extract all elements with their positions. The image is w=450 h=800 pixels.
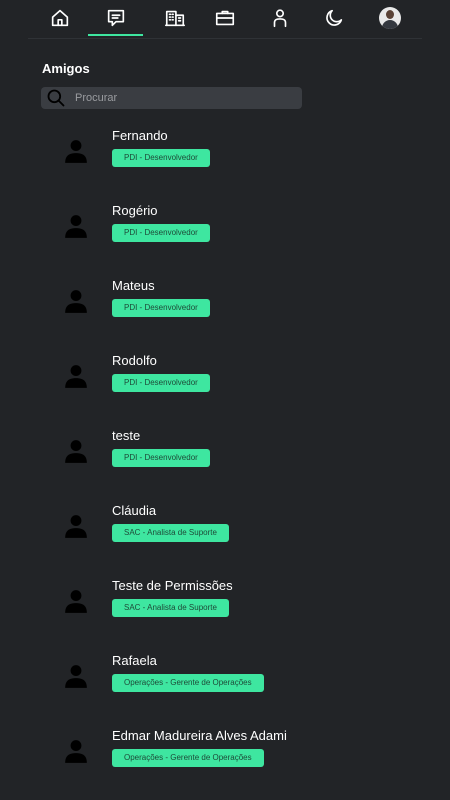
jobs-button[interactable] <box>211 4 239 32</box>
avatar-head <box>386 10 394 19</box>
avatar-shoulders <box>382 20 398 29</box>
top-navigation <box>0 0 450 40</box>
role-badge: PDI - Desenvolvedor <box>112 149 210 167</box>
friend-item[interactable]: Rogério PDI - Desenvolvedor <box>0 195 450 270</box>
friend-item[interactable]: teste PDI - Desenvolvedor <box>0 420 450 495</box>
role-badge: SAC - Analista de Suporte <box>112 599 229 617</box>
friend-item[interactable]: Mateus PDI - Desenvolvedor <box>0 270 450 345</box>
friend-item[interactable]: Rodolfo PDI - Desenvolvedor <box>0 345 450 420</box>
home-icon <box>51 9 69 27</box>
profile-button[interactable] <box>266 4 294 32</box>
search-input[interactable] <box>75 87 295 109</box>
friend-item[interactable]: Teste de Permissões SAC - Analista de Su… <box>0 570 450 645</box>
theme-toggle-button[interactable] <box>320 4 348 32</box>
user-icon <box>63 738 89 764</box>
section-title: Amigos <box>42 61 90 76</box>
user-icon <box>63 213 89 239</box>
user-icon <box>63 138 89 164</box>
role-badge: PDI - Desenvolvedor <box>112 299 210 317</box>
friend-name: Fernando <box>112 128 168 143</box>
user-icon <box>63 288 89 314</box>
friend-name: Mateus <box>112 278 155 293</box>
user-icon <box>63 363 89 389</box>
user-icon <box>63 663 89 689</box>
person-icon <box>273 9 287 28</box>
search-icon <box>46 88 66 108</box>
search-box[interactable] <box>41 87 302 109</box>
role-badge: PDI - Desenvolvedor <box>112 449 210 467</box>
home-button[interactable] <box>46 4 74 32</box>
role-badge: Operações - Gerente de Operações <box>112 674 264 692</box>
company-button[interactable] <box>161 4 189 32</box>
building-icon <box>165 10 185 27</box>
friend-name: Edmar Madureira Alves Adami <box>112 728 287 743</box>
briefcase-icon <box>215 10 235 26</box>
friend-name: Rogério <box>112 203 158 218</box>
friend-item[interactable]: Edmar Madureira Alves Adami Operações - … <box>0 720 450 795</box>
friend-name: Teste de Permissões <box>112 578 233 593</box>
friend-item[interactable]: Fernando PDI - Desenvolvedor <box>0 120 450 195</box>
messages-button[interactable] <box>102 4 130 32</box>
friends-list: Fernando PDI - Desenvolvedor Rogério PDI… <box>0 120 450 795</box>
chat-icon <box>107 9 125 27</box>
user-icon <box>63 588 89 614</box>
friend-name: teste <box>112 428 141 443</box>
active-tab-indicator <box>88 34 143 36</box>
role-badge: PDI - Desenvolvedor <box>112 374 210 392</box>
moon-icon <box>326 9 343 26</box>
friend-name: Rodolfo <box>112 353 157 368</box>
friend-name: Rafaela <box>112 653 157 668</box>
friend-name: Cláudia <box>112 503 157 518</box>
avatar[interactable] <box>379 7 401 29</box>
user-icon <box>63 513 89 539</box>
friend-item[interactable]: Cláudia SAC - Analista de Suporte <box>0 495 450 570</box>
role-badge: PDI - Desenvolvedor <box>112 224 210 242</box>
nav-divider <box>28 38 422 39</box>
user-icon <box>63 438 89 464</box>
role-badge: Operações - Gerente de Operações <box>112 749 264 767</box>
role-badge: SAC - Analista de Suporte <box>112 524 229 542</box>
friend-item[interactable]: Rafaela Operações - Gerente de Operações <box>0 645 450 720</box>
